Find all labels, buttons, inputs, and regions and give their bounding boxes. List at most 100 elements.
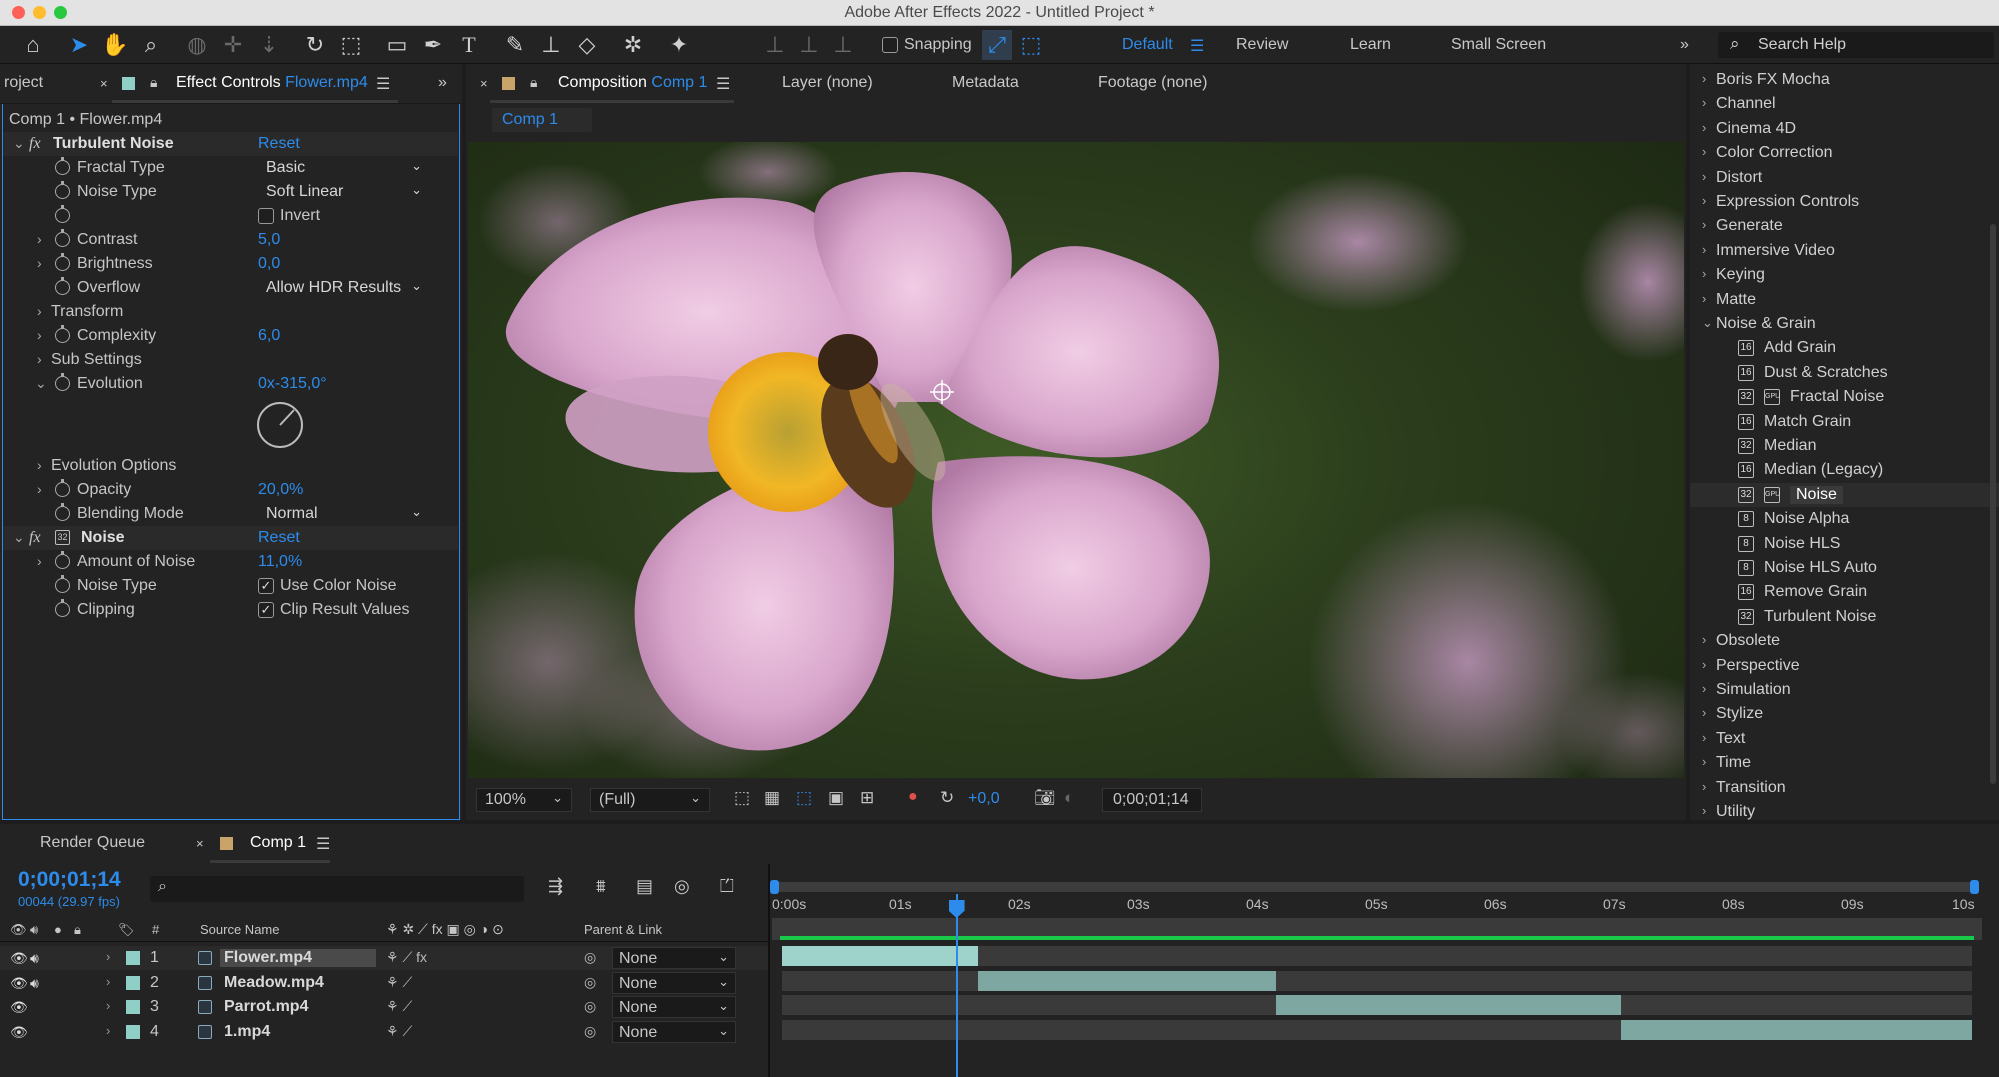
chevron-right-icon[interactable]: › [1702, 657, 1706, 672]
effect-turbulent-noise[interactable]: ⌄ fx Turbulent Noise Reset [3, 132, 458, 156]
chevron-right-icon[interactable]: › [1702, 632, 1706, 647]
layer-duration-bar[interactable] [1620, 1019, 1972, 1040]
layer-duration-bar[interactable] [978, 970, 1276, 991]
evolution-value[interactable]: 0x-315,0° [258, 375, 327, 393]
effect-item[interactable]: 32 GPU Noise [1690, 482, 1999, 507]
more-workspaces-icon[interactable]: » [1680, 36, 1689, 54]
group-sub-settings[interactable]: › Sub Settings [3, 348, 458, 372]
comp-breadcrumb-chip[interactable]: Comp 1 [492, 108, 592, 132]
tab-metadata[interactable]: Metadata [952, 74, 1019, 92]
brush-tool-icon[interactable]: ✎ [500, 30, 530, 60]
visibility-eye-icon[interactable]: 👁︎ [10, 950, 28, 967]
color-channels-icon[interactable]: ● [908, 788, 918, 806]
expand-icon[interactable]: › [37, 231, 42, 247]
visibility-eye-icon[interactable]: 👁︎ [10, 1024, 28, 1041]
chevron-right-icon[interactable]: › [1702, 754, 1706, 769]
effect-item[interactable]: 16 Match Grain [1690, 410, 1999, 434]
tab-render-queue[interactable]: Render Queue [40, 834, 145, 852]
use-color-noise-checkbox[interactable]: ✓ [258, 578, 274, 594]
expand-icon[interactable]: › [37, 457, 42, 473]
effect-category[interactable]: › Time [1690, 751, 1999, 775]
chevron-down-icon[interactable]: ⌄ [1702, 315, 1713, 331]
type-tool-icon[interactable]: T [454, 30, 484, 60]
effect-category[interactable]: › Stylize [1690, 702, 1999, 726]
stopwatch-icon[interactable] [55, 373, 70, 391]
hand-tool-icon[interactable]: ✋ [100, 30, 130, 60]
effect-category[interactable]: ⌄ Noise & Grain [1690, 312, 1999, 336]
layer-duration-bar[interactable] [782, 946, 979, 966]
transparency-grid-icon[interactable]: ▦ [764, 788, 780, 808]
label-color-swatch[interactable] [126, 951, 140, 965]
snapshot-camera-icon[interactable]: 📷︎ [1034, 788, 1056, 808]
collapse-icon[interactable]: ⌄ [35, 375, 47, 392]
timeline-search-input[interactable]: ⌕ [150, 876, 524, 902]
effect-category[interactable]: › Transition [1690, 776, 1999, 800]
current-time-indicator[interactable] [955, 894, 958, 1077]
chevron-right-icon[interactable]: › [1702, 705, 1706, 720]
clone-stamp-tool-icon[interactable]: ⊥ [536, 30, 566, 60]
zoom-tool-icon[interactable]: ⌕ [136, 30, 166, 60]
exposure-value[interactable]: +0,0 [968, 790, 1000, 808]
work-area-start-handle[interactable] [770, 880, 779, 894]
expand-layer-icon[interactable]: › [106, 1023, 110, 1038]
workspace-menu-icon[interactable]: ☰ [1190, 36, 1204, 56]
effect-item[interactable]: 16 Median (Legacy) [1690, 458, 1999, 482]
fx-icon[interactable]: fx [29, 135, 41, 153]
label-color-swatch[interactable] [126, 1000, 140, 1014]
axis-world-icon[interactable]: ⊥ [794, 30, 824, 60]
current-time-display[interactable]: 0;00;01;14 [1102, 788, 1202, 812]
amount-of-noise-value[interactable]: 11,0% [258, 553, 302, 571]
layer-switches[interactable]: ⚘ ⟋ fx [386, 949, 427, 966]
current-time[interactable]: 0;00;01;14 [18, 868, 121, 892]
group-evolution-options[interactable]: › Evolution Options [3, 454, 458, 478]
effect-category[interactable]: › Color Correction [1690, 141, 1999, 165]
lock-icon[interactable]: 🔒︎ [530, 74, 537, 91]
tab-comp-1[interactable]: Comp 1 [250, 834, 306, 852]
rectangle-tool-icon[interactable]: ▭ [382, 30, 412, 60]
puppet-pin-tool-icon[interactable]: ✦ [664, 30, 694, 60]
chevron-right-icon[interactable]: › [1702, 803, 1706, 818]
clip-result-values-checkbox[interactable]: ✓ [258, 602, 274, 618]
layer-row[interactable]: 👁︎ › 3 Parrot.mp4 ⚘ ⟋ ◎ None ⌄ [0, 995, 768, 1019]
axis-view-icon[interactable]: ⊥ [828, 30, 858, 60]
panel-menu-icon[interactable]: ☰ [316, 834, 330, 854]
audio-speaker-icon[interactable]: 🔊︎ [30, 975, 39, 992]
layer-row[interactable]: 👁︎ 🔊︎ › 2 Meadow.mp4 ⚘ ⟋ ◎ None ⌄ [0, 971, 768, 995]
panel-menu-icon[interactable]: ☰ [376, 74, 390, 94]
stopwatch-icon[interactable] [55, 157, 70, 175]
effect-category[interactable]: › Immersive Video [1690, 239, 1999, 263]
effect-category[interactable]: › Perspective [1690, 654, 1999, 678]
complexity-value[interactable]: 6,0 [258, 327, 280, 345]
expand-icon[interactable]: › [37, 481, 42, 497]
chevron-right-icon[interactable]: › [1702, 266, 1706, 281]
stopwatch-icon[interactable] [55, 205, 70, 223]
selection-tool-icon[interactable]: ➤ [64, 30, 94, 60]
fast-previews-icon[interactable]: ⬚ [734, 788, 750, 808]
layer-source-name[interactable]: Flower.mp4 [220, 949, 376, 967]
close-tab-icon[interactable]: × [196, 836, 204, 851]
audio-speaker-icon[interactable]: 🔊︎ [30, 950, 39, 967]
work-area-bar[interactable] [772, 882, 1978, 892]
expand-layer-icon[interactable]: › [106, 949, 110, 964]
layer-row[interactable]: 👁︎ 🔊︎ › 1 Flower.mp4 ⚘ ⟋ fx ◎ None ⌄ [0, 946, 768, 970]
reset-button[interactable]: Reset [258, 135, 300, 153]
parent-dropdown[interactable]: None ⌄ [612, 1020, 736, 1043]
mask-visibility-icon[interactable]: ⬚ [796, 788, 812, 808]
effect-item[interactable]: 32 GPU Fractal Noise [1690, 385, 1999, 409]
effect-item[interactable]: 16 Remove Grain [1690, 580, 1999, 604]
expand-panels-icon[interactable]: » [438, 74, 447, 92]
fractal-type-dropdown[interactable]: Basic ⌄ [258, 157, 428, 179]
chevron-right-icon[interactable]: › [1702, 681, 1706, 696]
effect-category[interactable]: › Keying [1690, 263, 1999, 287]
tab-footage[interactable]: Footage (none) [1098, 74, 1207, 92]
brightness-value[interactable]: 0,0 [258, 255, 280, 273]
layer-source-name[interactable]: 1.mp4 [224, 1023, 270, 1041]
effect-category[interactable]: › Simulation [1690, 678, 1999, 702]
effect-item[interactable]: 32 Turbulent Noise [1690, 605, 1999, 629]
workspace-learn[interactable]: Learn [1350, 36, 1391, 54]
fx-icon[interactable]: fx [29, 529, 41, 547]
pen-tool-icon[interactable]: ✒ [418, 30, 448, 60]
chevron-right-icon[interactable]: › [1702, 169, 1706, 184]
grid-guides-icon[interactable]: ⊞ [860, 788, 874, 808]
effect-category[interactable]: › Expression Controls [1690, 190, 1999, 214]
